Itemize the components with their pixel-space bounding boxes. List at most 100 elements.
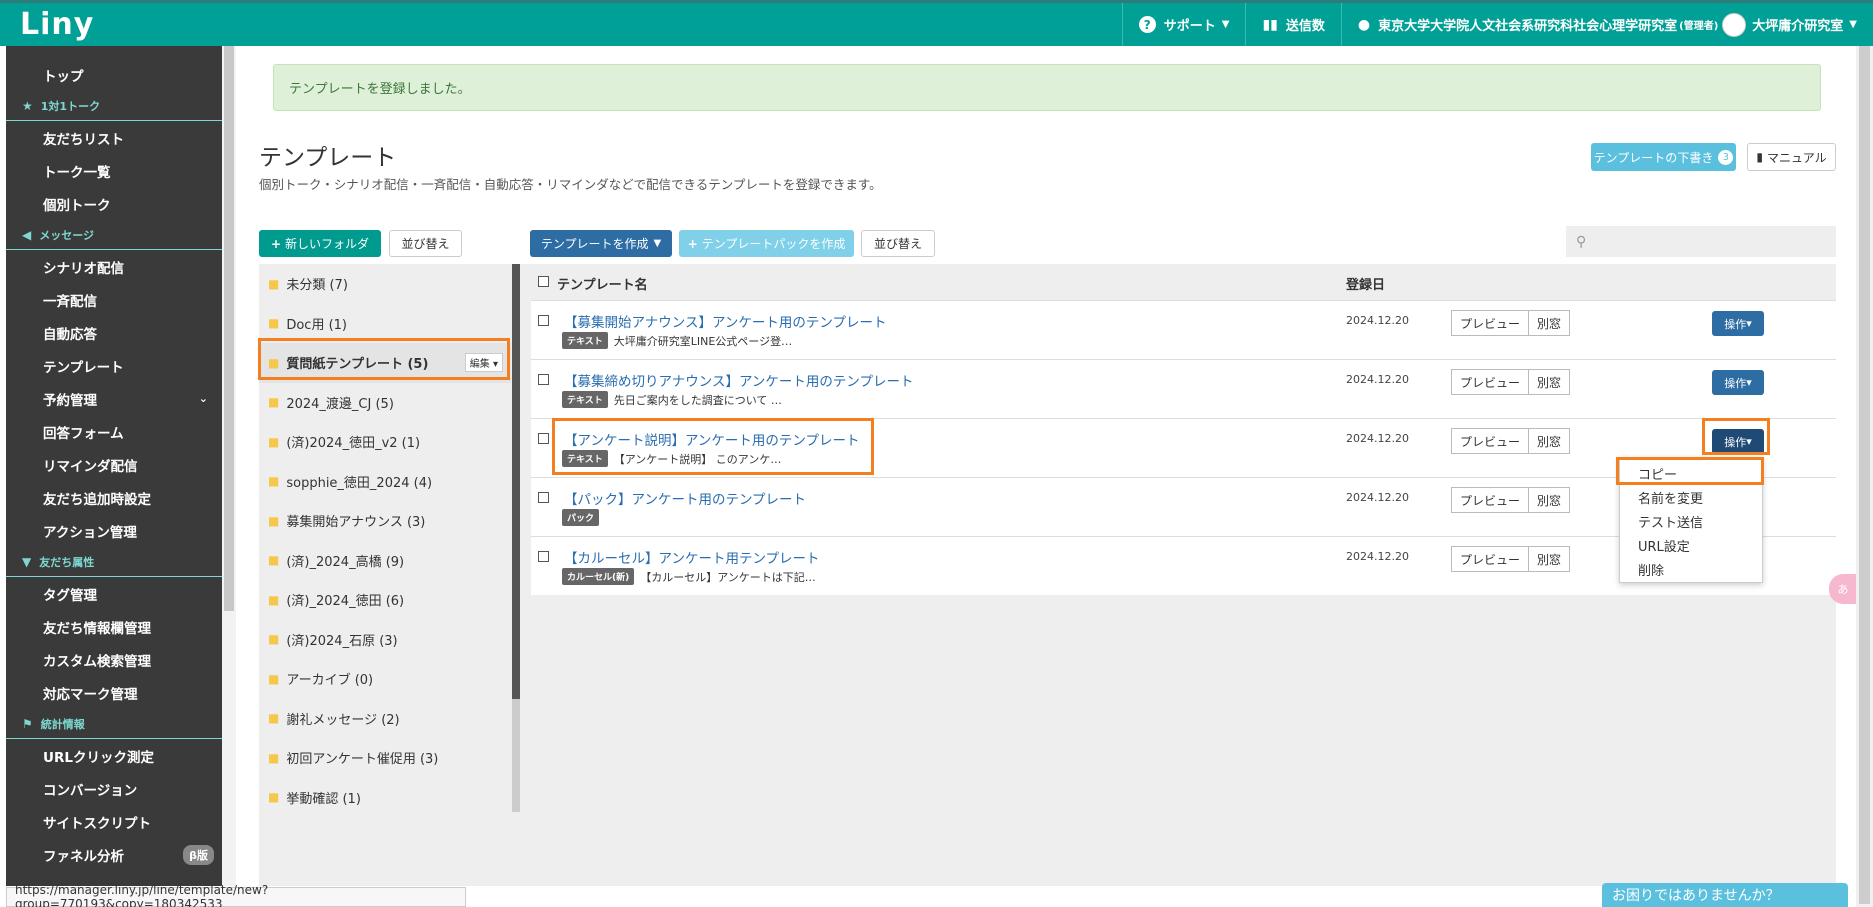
sidebar-item-individual-talk[interactable]: 個別トーク	[6, 187, 222, 220]
folder-icon: ■	[268, 395, 280, 410]
folder-item[interactable]: ■ (済)_2024_徳田 (6)	[259, 580, 511, 620]
folder-item[interactable]: ■ sopphie_徳田_2024 (4)	[259, 462, 511, 502]
operate-button-open[interactable]: 操作 ▾	[1712, 429, 1764, 454]
page-scroll-thumb[interactable]	[1859, 46, 1870, 904]
folder-item[interactable]: ■ 未分類 (7)	[259, 264, 511, 304]
menu-item-copy[interactable]: コピー	[1620, 461, 1762, 485]
row-checkbox[interactable]	[538, 433, 549, 444]
folder-item[interactable]: ■ (済)2024_石原 (3)	[259, 620, 511, 660]
template-name-link[interactable]: 【募集締め切りアナウンス】アンケート用のテンプレート	[564, 370, 914, 390]
sidebar-item-tags[interactable]: タグ管理	[6, 577, 222, 610]
search-input[interactable]: ⚲	[1566, 226, 1836, 257]
folder-item[interactable]: ■ 募集開始アナウンス (3)	[259, 501, 511, 541]
accessibility-tab[interactable]: あ	[1829, 574, 1857, 604]
folder-item[interactable]: ■ 2024_渡邊_CJ (5)	[259, 383, 511, 423]
sidebar-item-action[interactable]: アクション管理	[6, 514, 222, 547]
template-draft-button[interactable]: テンプレートの下書き 3	[1591, 143, 1736, 171]
sidebar-item-conversion[interactable]: コンバージョン	[6, 772, 222, 805]
template-name-link[interactable]: 【募集開始アナウンス】アンケート用のテンプレート	[564, 311, 887, 331]
translate-icon: あ	[1837, 583, 1849, 596]
preview-button[interactable]: プレビュー	[1451, 546, 1530, 572]
top-bar: Liny ? サポート ▼ ▮▮ 送信数 ● 東京大学大学院人文社会系研究科社会…	[0, 0, 1873, 46]
create-template-button[interactable]: テンプレートを作成 ▼	[530, 230, 672, 257]
sidebar-item-friends-list[interactable]: 友だちリスト	[6, 121, 222, 154]
sidebar-item-friend-add[interactable]: 友だち追加時設定	[6, 481, 222, 514]
sidebar-scroll-thumb[interactable]	[224, 46, 234, 611]
manual-button[interactable]: ▮ マニュアル	[1747, 143, 1836, 171]
folder-item[interactable]: ■ (済)2024_徳田_v2 (1)	[259, 422, 511, 462]
folder-item[interactable]: ■ 挙動確認 (1)	[259, 778, 511, 818]
sidebar-item-reservation[interactable]: 予約管理 ⌄	[6, 382, 222, 415]
create-pack-button[interactable]: + テンプレートパックを作成	[679, 230, 854, 257]
menu-item-url-settings[interactable]: URL設定	[1620, 533, 1762, 557]
template-name-link[interactable]: 【パック】アンケート用のテンプレート	[564, 488, 806, 508]
sidebar-item-funnel[interactable]: ファネル分析 β版	[6, 838, 222, 871]
support-menu[interactable]: ? サポート ▼	[1121, 3, 1246, 46]
template-sort-button[interactable]: 並び替え	[861, 230, 935, 257]
menu-item-rename[interactable]: 名前を変更	[1620, 485, 1762, 509]
sidebar-item-mark[interactable]: 対応マーク管理	[6, 676, 222, 709]
template-date: 2024.12.20	[1346, 314, 1409, 327]
folder-item[interactable]: ■ Doc用 (1)	[259, 304, 511, 344]
sidebar-item-answer-form[interactable]: 回答フォーム	[6, 415, 222, 448]
folder-sort-button[interactable]: 並び替え	[389, 230, 462, 257]
chevron-down-icon: ▼	[1849, 19, 1857, 30]
page-scrollbar[interactable]	[1856, 46, 1873, 907]
operate-button[interactable]: 操作 ▾	[1712, 311, 1764, 336]
new-window-button[interactable]: 別窓	[1529, 310, 1571, 336]
type-tag: テキスト	[562, 391, 608, 408]
star-icon: ★	[22, 98, 33, 113]
send-count-link[interactable]: ▮▮ 送信数	[1245, 3, 1340, 46]
sidebar-item-broadcast[interactable]: 一斉配信	[6, 283, 222, 316]
preview-button[interactable]: プレビュー	[1451, 310, 1530, 336]
sidebar-item-site-script[interactable]: サイトスクリプト	[6, 805, 222, 838]
preview-button[interactable]: プレビュー	[1451, 487, 1530, 513]
row-checkbox[interactable]	[538, 551, 549, 562]
send-count-label: 送信数	[1285, 19, 1325, 34]
sidebar-item-friend-info[interactable]: 友だち情報欄管理	[6, 610, 222, 643]
folder-item[interactable]: ■ (済)_2024_高橋 (9)	[259, 541, 511, 581]
menu-item-test-send[interactable]: テスト送信	[1620, 509, 1762, 533]
row-checkbox[interactable]	[538, 315, 549, 326]
operate-button[interactable]: 操作 ▾	[1712, 370, 1764, 395]
select-all-checkbox[interactable]	[538, 276, 549, 287]
folder-item[interactable]: ■ アーカイブ (0)	[259, 659, 511, 699]
preview-button[interactable]: プレビュー	[1451, 369, 1530, 395]
menu-item-delete[interactable]: 削除	[1620, 557, 1762, 581]
folder-item[interactable]: ■ 謝礼メッセージ (2)	[259, 699, 511, 739]
account-role: (管理者)	[1679, 21, 1719, 32]
template-date: 2024.12.20	[1346, 373, 1409, 386]
chevron-down-icon: ▼	[1221, 19, 1230, 30]
sidebar-scrollbar[interactable]	[222, 46, 236, 886]
new-window-button[interactable]: 別窓	[1529, 369, 1571, 395]
sidebar-item-auto-reply[interactable]: 自動応答	[6, 316, 222, 349]
preview-button[interactable]: プレビュー	[1451, 428, 1530, 454]
folder-item-active[interactable]: ■ 質問紙テンプレート (5) 編集 ▾	[259, 343, 511, 383]
app-logo[interactable]: Liny	[20, 7, 94, 42]
chevron-down-icon: ▼	[653, 238, 662, 249]
sidebar-item-talk-list[interactable]: トーク一覧	[6, 154, 222, 187]
template-name-link[interactable]: 【アンケート説明】アンケート用のテンプレート	[564, 429, 860, 449]
sidebar-item-custom-search[interactable]: カスタム検索管理	[6, 643, 222, 676]
sidebar-item-template[interactable]: テンプレート	[6, 349, 222, 382]
sidebar-item-url-click[interactable]: URLクリック測定	[6, 739, 222, 772]
row-checkbox[interactable]	[538, 492, 549, 503]
folder-scrollbar[interactable]	[512, 264, 520, 812]
sidebar-item-reminder[interactable]: リマインダ配信	[6, 448, 222, 481]
new-folder-button[interactable]: + 新しいフォルダ	[259, 230, 381, 257]
row-checkbox[interactable]	[538, 374, 549, 385]
folder-scroll-thumb[interactable]	[512, 264, 520, 699]
sidebar-item-scenario[interactable]: シナリオ配信	[6, 250, 222, 283]
account-name: 東京大学大学院人文社会系研究科社会心理学研究室	[1378, 19, 1678, 34]
template-name-link[interactable]: 【カルーセル】アンケート用テンプレート	[564, 547, 820, 567]
new-window-button[interactable]: 別窓	[1529, 428, 1571, 454]
account-menu[interactable]: ● 東京大学大学院人文社会系研究科社会心理学研究室 (管理者) 大坪庸介研究室 …	[1340, 3, 1873, 46]
folder-edit-button[interactable]: 編集 ▾	[464, 353, 503, 372]
page-title: テンプレート	[259, 145, 397, 171]
sidebar-section-stats: ⚑ 統計情報	[6, 709, 222, 739]
sidebar-item-top[interactable]: トップ	[6, 58, 222, 91]
help-chat-button[interactable]: お困りではありませんか？	[1602, 883, 1848, 907]
folder-item[interactable]: ■ 初回アンケート催促用 (3)	[259, 738, 511, 778]
new-window-button[interactable]: 別窓	[1529, 487, 1571, 513]
new-window-button[interactable]: 別窓	[1529, 546, 1571, 572]
